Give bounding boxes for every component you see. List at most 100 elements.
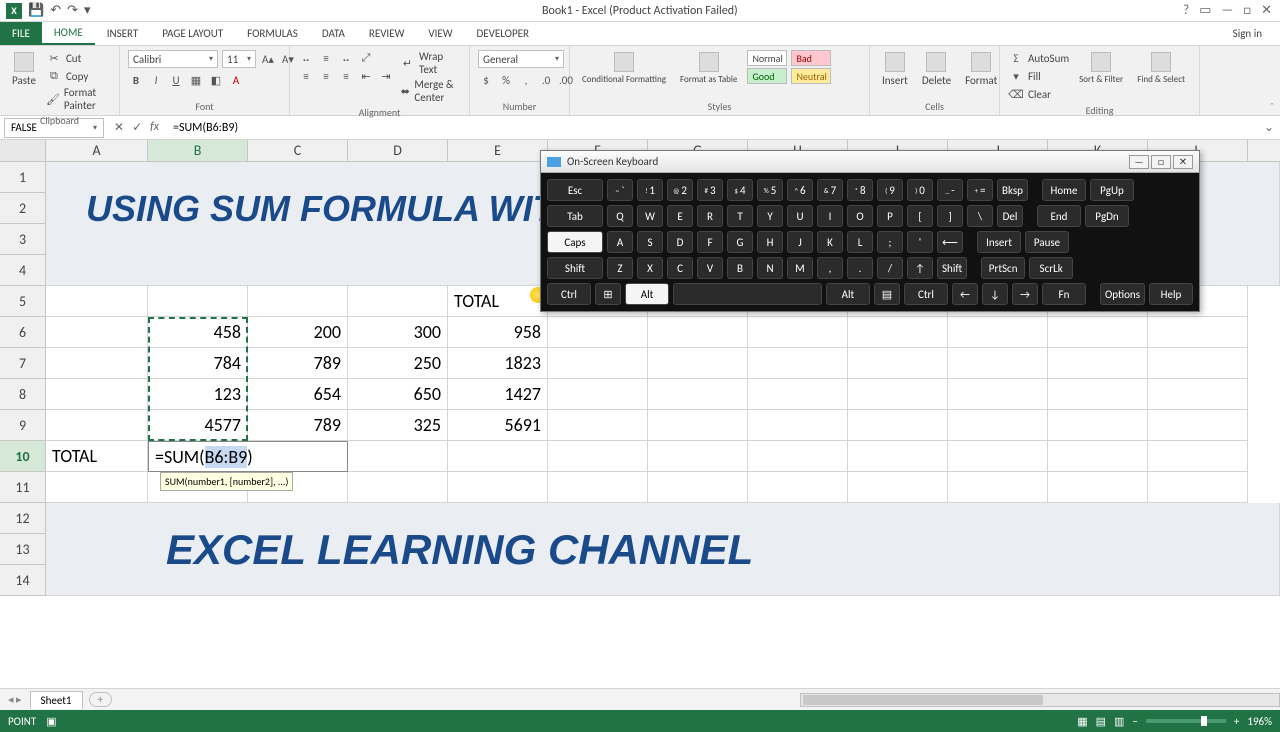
inc-dec-icon[interactable]: .0 [538, 72, 554, 88]
tab-home[interactable]: HOME [42, 22, 95, 45]
align-left-icon[interactable]: ≡ [298, 68, 314, 84]
cell-C9[interactable]: 789 [248, 410, 348, 441]
find-select-button[interactable]: Find & Select [1133, 50, 1189, 87]
format-table-button[interactable]: Format as Table [676, 50, 742, 87]
border-icon[interactable]: ▦ [188, 72, 204, 88]
style-good[interactable]: Good [747, 68, 787, 84]
style-neutral[interactable]: Neutral [791, 68, 831, 84]
key-'[interactable]: ' [907, 231, 933, 253]
key-W[interactable]: W [637, 205, 663, 227]
key-1[interactable]: !1 [637, 179, 663, 201]
key-6[interactable]: ^6 [787, 179, 813, 201]
row-header-3[interactable]: 3 [0, 224, 46, 255]
key-⊞[interactable]: ⊞ [595, 283, 621, 305]
key-3[interactable]: #3 [697, 179, 723, 201]
enter-formula-icon[interactable]: ✓ [132, 120, 142, 135]
key-/[interactable]: / [877, 257, 903, 279]
key-7[interactable]: &7 [817, 179, 843, 201]
number-format-combo[interactable]: General▾ [478, 50, 564, 68]
key-L[interactable]: L [847, 231, 873, 253]
style-normal[interactable]: Normal [747, 50, 787, 66]
view-pagebreak-icon[interactable]: ▥ [1114, 715, 1124, 728]
key-End[interactable]: End [1037, 205, 1081, 227]
key-8[interactable]: *8 [847, 179, 873, 201]
row-header-13[interactable]: 13 [0, 534, 46, 565]
paste-button[interactable]: Paste [8, 50, 40, 89]
ribbon-opts-icon[interactable]: ▭ [1199, 3, 1211, 18]
macro-record-icon[interactable]: ▣ [46, 715, 56, 728]
expand-formula-icon[interactable]: ⌄ [1258, 120, 1280, 135]
key-Caps[interactable]: Caps [547, 231, 603, 253]
collapse-ribbon-icon[interactable]: ˆ [1270, 100, 1274, 113]
zoom-out-icon[interactable]: − [1132, 715, 1137, 728]
cell-D7[interactable]: 250 [348, 348, 448, 379]
tab-view[interactable]: VIEW [416, 22, 464, 45]
cell-C8[interactable]: 654 [248, 379, 348, 410]
key-5[interactable]: %5 [757, 179, 783, 201]
fill-color-icon[interactable]: ◧ [208, 72, 224, 88]
key-▤[interactable]: ▤ [874, 283, 900, 305]
key-\[interactable]: \ [967, 205, 993, 227]
key-A[interactable]: A [607, 231, 633, 253]
key-2[interactable]: @2 [667, 179, 693, 201]
zoom-level[interactable]: 196% [1247, 715, 1272, 728]
underline-icon[interactable]: U [168, 72, 184, 88]
qat-customize-icon[interactable]: ▾ [84, 3, 91, 18]
align-top-icon[interactable]: ⠤ [298, 50, 314, 66]
format-painter-button[interactable]: 🖌Format Painter [46, 86, 111, 112]
cell-E9[interactable]: 5691 [448, 410, 548, 441]
font-color-icon[interactable]: A [228, 72, 244, 88]
key-Y[interactable]: Y [757, 205, 783, 227]
row-header-1[interactable]: 1 [0, 162, 46, 193]
key-Z[interactable]: Z [607, 257, 633, 279]
key-Alt[interactable]: Alt [625, 283, 669, 305]
currency-icon[interactable]: $ [478, 72, 494, 88]
key-B[interactable]: B [727, 257, 753, 279]
row-header-14[interactable]: 14 [0, 565, 46, 596]
key-;[interactable]: ; [877, 231, 903, 253]
font-name-combo[interactable]: Calibri▾ [128, 50, 218, 68]
tab-formulas[interactable]: FORMULAS [235, 22, 310, 45]
key-Shift[interactable]: Shift [547, 257, 603, 279]
cell-C5[interactable] [248, 286, 348, 317]
cell-D6[interactable]: 300 [348, 317, 448, 348]
autosum-button[interactable]: ΣAutoSum [1008, 50, 1069, 66]
grow-font-icon[interactable]: A▴ [260, 51, 276, 67]
help-icon[interactable]: ? [1183, 3, 1189, 18]
key-I[interactable]: I [817, 205, 843, 227]
osk-maximize-icon[interactable]: □ [1151, 155, 1171, 169]
tab-pagelayout[interactable]: PAGE LAYOUT [150, 22, 235, 45]
tab-developer[interactable]: DEVELOPER [465, 22, 541, 45]
row-header-12[interactable]: 12 [0, 503, 46, 534]
key-E[interactable]: E [667, 205, 693, 227]
cell-D8[interactable]: 650 [348, 379, 448, 410]
key-P[interactable]: P [877, 205, 903, 227]
key-PgDn[interactable]: PgDn [1085, 205, 1129, 227]
cell-C7[interactable]: 789 [248, 348, 348, 379]
comma-icon[interactable]: , [518, 72, 534, 88]
key-X[interactable]: X [637, 257, 663, 279]
key-N[interactable]: N [757, 257, 783, 279]
col-header-D[interactable]: D [348, 140, 448, 161]
signin-link[interactable]: Sign in [1233, 22, 1280, 45]
orient-icon[interactable]: ⤢ [358, 50, 374, 66]
key-⟵[interactable]: ⟵ [937, 231, 963, 253]
row-header-6[interactable]: 6 [0, 317, 46, 348]
key-,[interactable]: , [817, 257, 843, 279]
col-header-B[interactable]: B [148, 140, 248, 161]
cell-B8[interactable]: 123 [148, 379, 248, 410]
key-C[interactable]: C [667, 257, 693, 279]
key-=[interactable]: += [967, 179, 993, 201]
key-↓[interactable]: ↓ [982, 283, 1008, 305]
align-center-icon[interactable]: ≡ [318, 68, 334, 84]
row-header-4[interactable]: 4 [0, 255, 46, 286]
row-header-2[interactable]: 2 [0, 193, 46, 224]
key-←[interactable]: ← [952, 283, 978, 305]
key-D[interactable]: D [667, 231, 693, 253]
format-button[interactable]: Format [961, 50, 1001, 89]
maximize-icon[interactable]: □ [1243, 3, 1251, 18]
font-size-combo[interactable]: 11▾ [222, 50, 256, 68]
align-bot-icon[interactable]: ⠤ [338, 50, 354, 66]
key-Ctrl[interactable]: Ctrl [904, 283, 948, 305]
cell-B9[interactable]: 4577 [148, 410, 248, 441]
